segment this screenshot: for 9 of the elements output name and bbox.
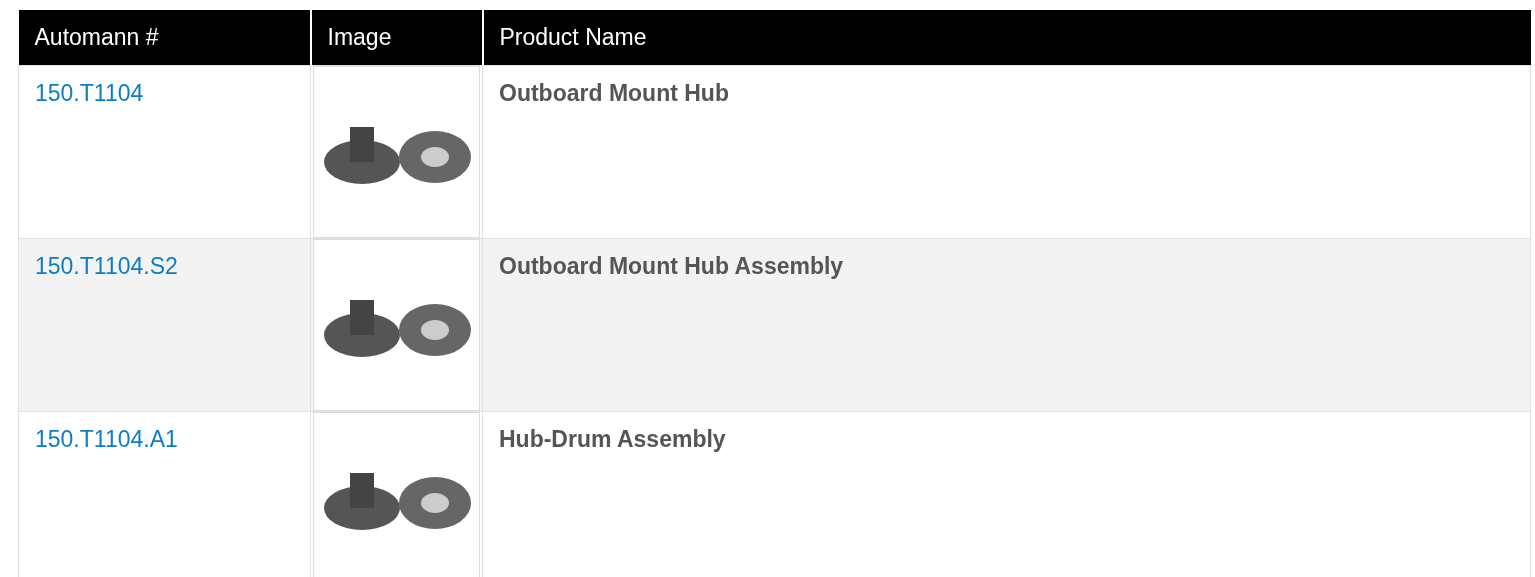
product-name: Outboard Mount Hub Assembly: [499, 253, 844, 279]
part-number-link[interactable]: 150.T1104.S2: [35, 253, 178, 279]
part-number-link[interactable]: 150.T1104: [35, 80, 144, 106]
column-header: Image: [310, 10, 483, 66]
product-name: Hub-Drum Assembly: [499, 426, 726, 452]
column-header: Automann #: [18, 10, 311, 66]
product-name: Outboard Mount Hub: [499, 80, 729, 106]
part-number-link[interactable]: 150.T1104.A1: [35, 426, 178, 452]
column-header: Product Name: [482, 10, 1531, 66]
